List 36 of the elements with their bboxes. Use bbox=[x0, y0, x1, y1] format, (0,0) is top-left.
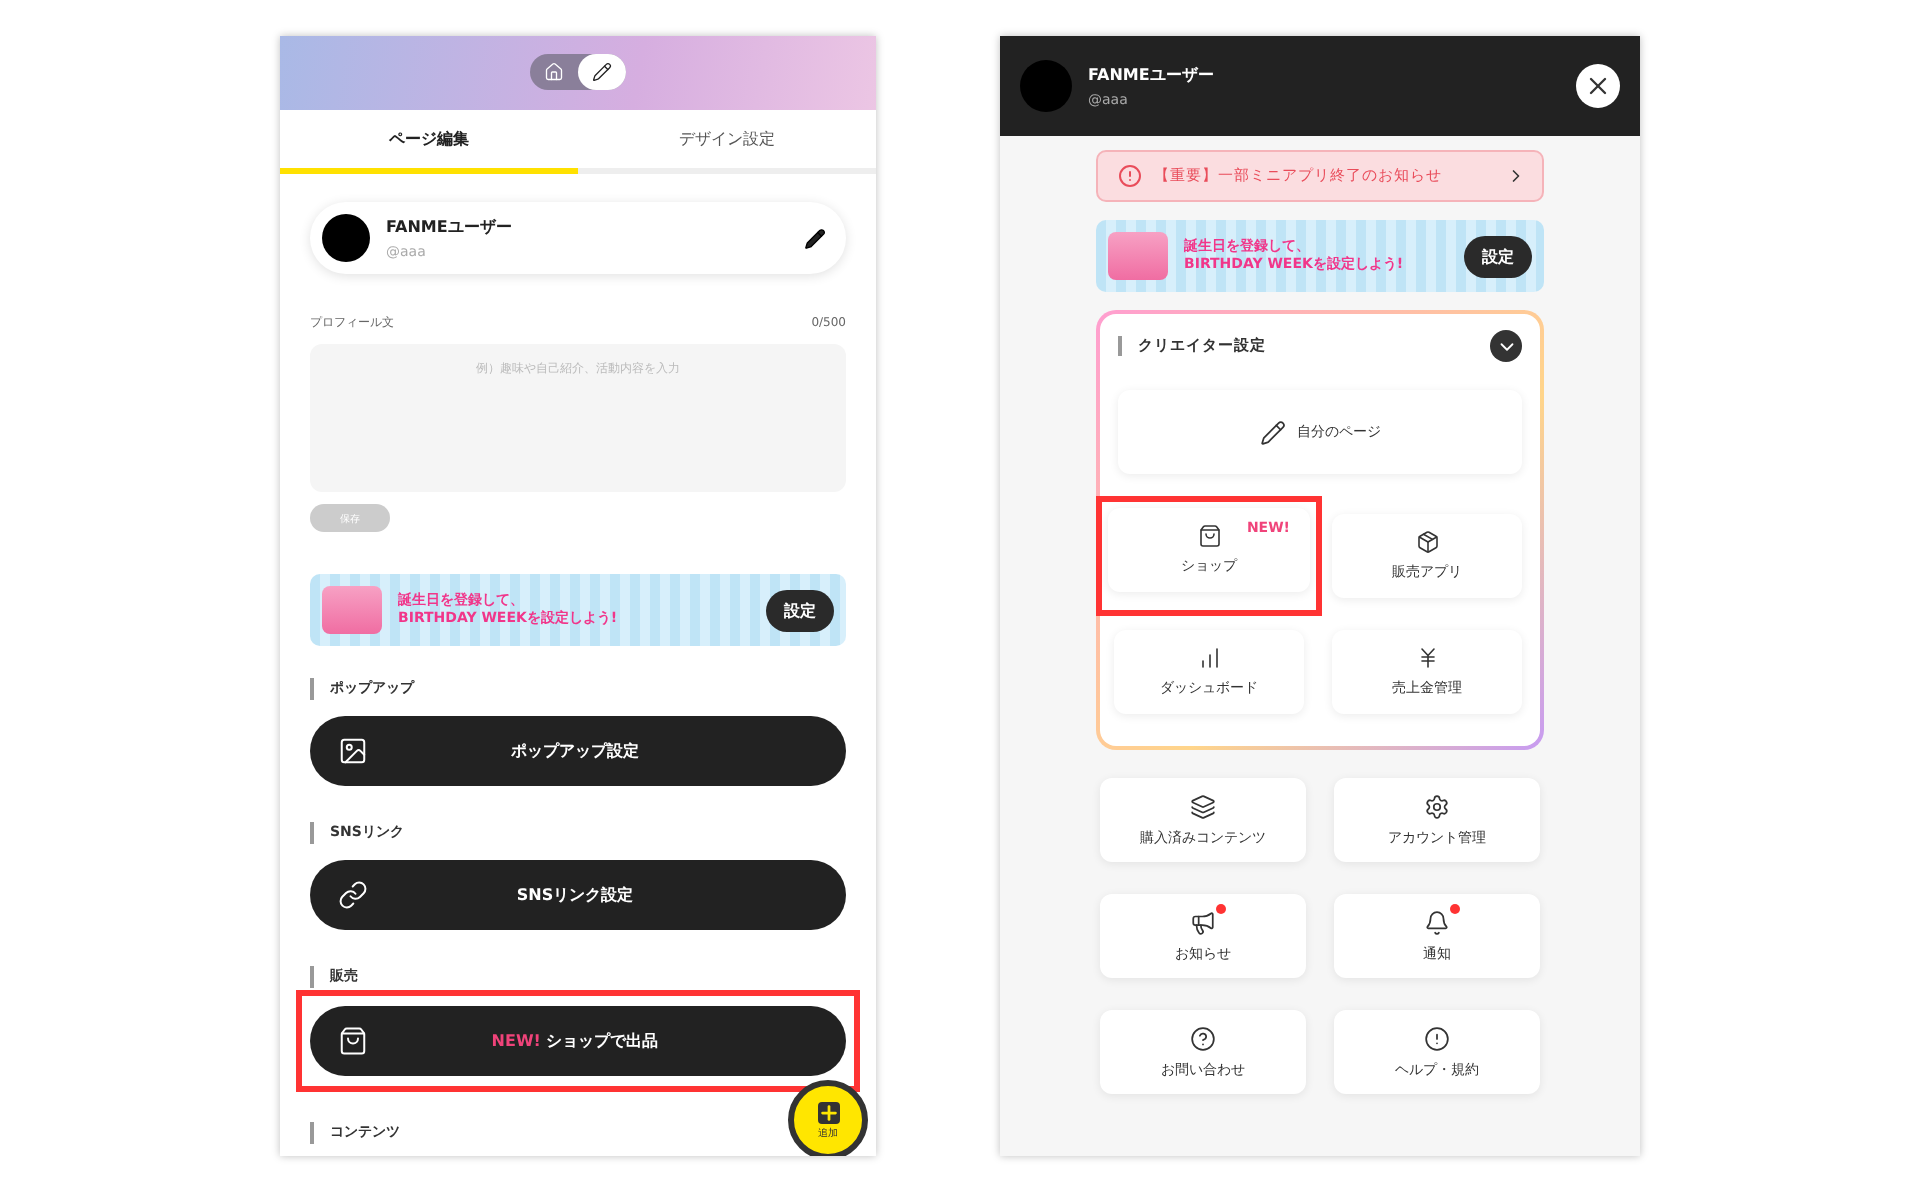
birthday-logo-drawing bbox=[322, 586, 382, 634]
settings-icon bbox=[1424, 793, 1450, 819]
settings-button[interactable]: NEW! ショップで出品 bbox=[310, 1006, 846, 1076]
close-icon bbox=[1584, 72, 1612, 100]
tab[interactable]: ページ編集 bbox=[280, 110, 578, 174]
bell-icon bbox=[1424, 909, 1450, 935]
avatar bbox=[1020, 60, 1072, 112]
collapse-button[interactable] bbox=[1490, 330, 1522, 362]
alert-icon bbox=[1118, 164, 1142, 188]
settings-button[interactable]: SNSリンク設定 bbox=[310, 860, 846, 930]
tab[interactable]: デザイン設定 bbox=[578, 110, 876, 174]
birthday-logo-drawing bbox=[1108, 232, 1168, 280]
plus-icon bbox=[817, 1101, 839, 1123]
shopping-bag-icon bbox=[1197, 524, 1221, 548]
layers-icon bbox=[1190, 793, 1216, 819]
pencil-icon bbox=[592, 62, 612, 82]
image-icon bbox=[338, 736, 368, 766]
user-name: FANMEユーザー bbox=[386, 216, 514, 238]
pencil-icon[interactable] bbox=[804, 227, 826, 249]
bar-chart-icon bbox=[1197, 646, 1221, 670]
megaphone-icon bbox=[1190, 909, 1216, 935]
link-icon bbox=[338, 880, 368, 910]
settings-button[interactable]: ポップアップ設定 bbox=[310, 716, 846, 786]
user-name: FANMEユーザー bbox=[1088, 64, 1216, 86]
banner-settings-button[interactable]: 設定 bbox=[1464, 235, 1532, 277]
home-icon bbox=[544, 62, 564, 82]
shopping-bag-icon bbox=[338, 1026, 368, 1056]
alert-icon bbox=[1424, 1025, 1450, 1051]
avatar bbox=[322, 214, 370, 262]
box-icon bbox=[1415, 530, 1439, 554]
banner-settings-button[interactable]: 設定 bbox=[766, 589, 834, 631]
yen-icon bbox=[1415, 646, 1439, 670]
pencil-icon bbox=[1259, 419, 1285, 445]
close-button[interactable] bbox=[1576, 64, 1620, 108]
mode-toggle-button[interactable] bbox=[578, 54, 626, 90]
help-icon bbox=[1190, 1025, 1216, 1051]
